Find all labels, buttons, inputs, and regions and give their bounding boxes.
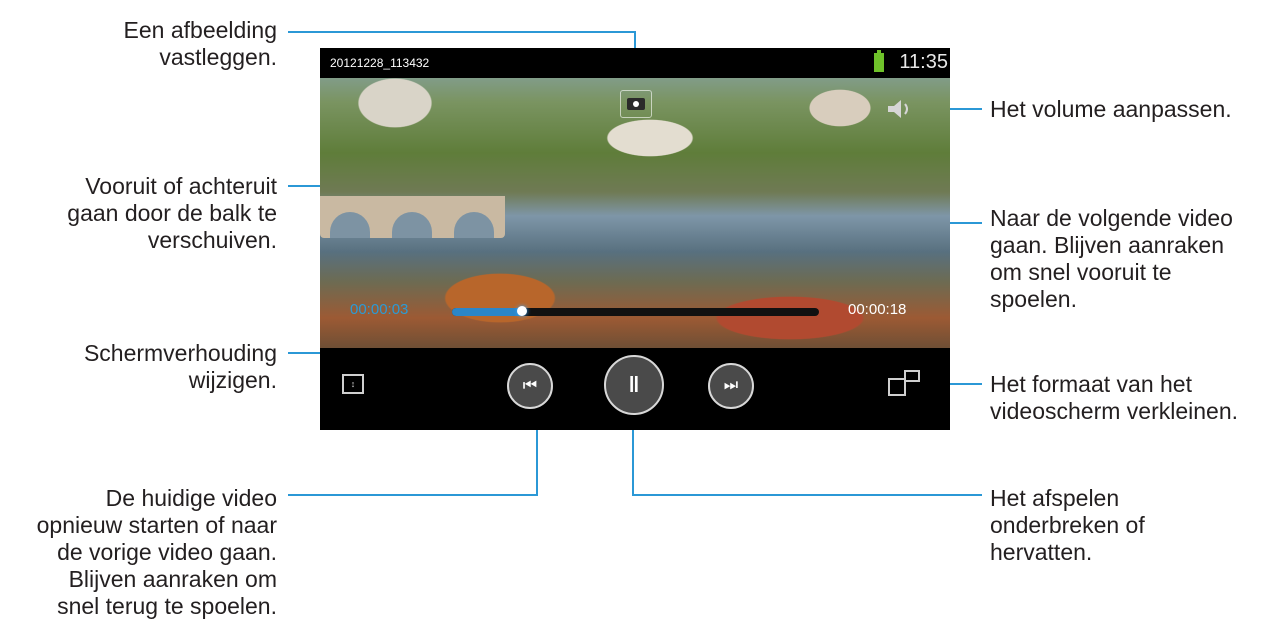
callout-pause: Het afspelen onderbreken of hervatten.: [990, 485, 1275, 566]
callout-previous-line-2: opnieuw starten of naar: [36, 512, 277, 538]
callout-next-line-4: spoelen.: [990, 286, 1077, 312]
callout-popup-line-2: videoscherm verkleinen.: [990, 398, 1239, 424]
callout-volume: Het volume aanpassen.: [990, 96, 1275, 123]
callout-previous: De huidige video opnieuw starten of naar…: [0, 485, 277, 620]
aspect-ratio-icon: ↕: [350, 379, 356, 389]
callout-previous-line-4: Blijven aanraken om: [68, 566, 277, 592]
pause-button[interactable]: ‖: [604, 355, 664, 415]
callout-next-line-2: gaan. Blijven aanraken: [990, 232, 1224, 258]
callout-seek-line-2: gaan door de balk te: [67, 200, 277, 226]
elapsed-time: 00:00:03: [350, 301, 409, 318]
callout-previous-line-1: De huidige video: [105, 485, 277, 511]
seek-bar-progress: [452, 308, 522, 316]
leader-pause-h: [632, 494, 982, 496]
popup-player-button[interactable]: [888, 370, 922, 398]
callout-capture: Een afbeelding vastleggen.: [17, 17, 277, 71]
callout-seek: Vooruit of achteruit gaan door de balk t…: [0, 173, 277, 254]
callout-popup-line-1: Het formaat van het: [990, 371, 1192, 397]
camera-icon: [627, 98, 645, 110]
callout-pause-line-1: Het afspelen: [990, 485, 1120, 511]
callout-seek-line-3: verschuiven.: [147, 227, 277, 253]
aspect-ratio-button[interactable]: ↕: [342, 374, 364, 394]
callout-volume-line-1: Het volume aanpassen.: [990, 96, 1232, 122]
volume-button[interactable]: [880, 96, 920, 122]
callout-popup: Het formaat van het videoscherm verklein…: [990, 371, 1275, 425]
capture-button[interactable]: [620, 90, 652, 118]
seek-bar-handle[interactable]: [516, 306, 527, 316]
callout-aspect: Schermverhouding wijzigen.: [17, 340, 277, 394]
callout-next-line-1: Naar de volgende video: [990, 205, 1233, 231]
pause-icon: ‖: [628, 372, 640, 397]
battery-icon: [874, 50, 884, 72]
callout-aspect-line-1: Schermverhouding: [83, 340, 277, 366]
popup-player-icon-small: [904, 370, 920, 382]
callout-capture-line-1: Een afbeelding: [123, 17, 277, 43]
callout-aspect-line-2: wijzigen.: [188, 367, 277, 393]
callout-pause-line-2: onderbreken of: [990, 512, 1145, 538]
skip-previous-icon: ⏮: [522, 377, 538, 394]
callout-next-line-3: om snel vooruit te: [990, 259, 1172, 285]
control-bar: ↕ ⏮ ‖ ⏭: [320, 348, 950, 430]
callout-pause-line-3: hervatten.: [990, 539, 1093, 565]
total-time: 00:00:18: [848, 301, 907, 318]
seek-bar[interactable]: [452, 306, 819, 316]
next-button[interactable]: ⏭: [708, 363, 754, 409]
speaker-icon: [888, 100, 908, 118]
callout-previous-line-3: de vorige video gaan.: [57, 539, 277, 565]
status-bar: 20121228_113432 11:35: [320, 48, 950, 78]
callout-capture-line-2: vastleggen.: [159, 44, 277, 70]
previous-button[interactable]: ⏮: [507, 363, 553, 409]
video-player-screen: 20121228_113432 11:35 00:00:03 00:00:18 …: [320, 48, 950, 430]
leader-capture-h: [288, 31, 635, 33]
video-filename: 20121228_113432: [330, 56, 430, 70]
callout-seek-line-1: Vooruit of achteruit: [85, 173, 277, 199]
callout-next: Naar de volgende video gaan. Blijven aan…: [990, 205, 1275, 313]
callout-previous-line-5: snel terug te spoelen.: [57, 593, 277, 619]
leader-previous-h: [288, 494, 537, 496]
skip-next-icon: ⏭: [723, 377, 739, 394]
video-scene-bridge: [320, 196, 505, 238]
status-clock: 11:35: [899, 51, 948, 73]
